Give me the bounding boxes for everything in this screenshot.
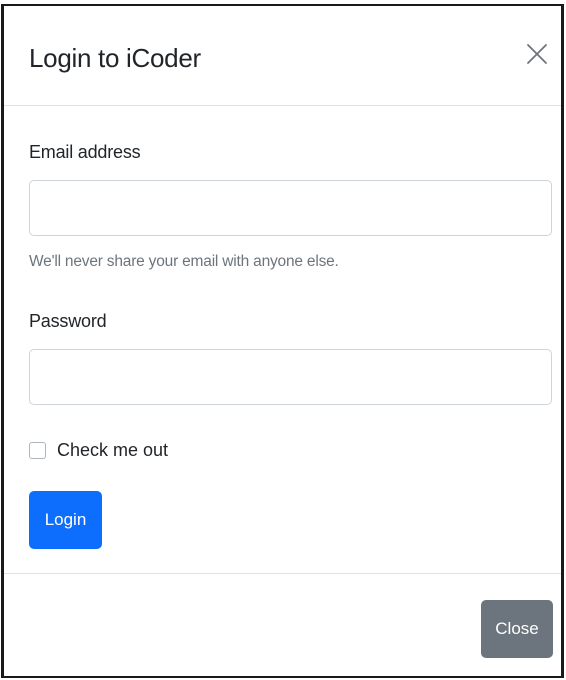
modal-title: Login to iCoder: [29, 43, 201, 73]
email-label: Email address: [29, 142, 141, 162]
modal-footer: Close: [4, 573, 561, 676]
modal-header: Login to iCoder: [4, 6, 561, 106]
close-button[interactable]: Close: [481, 600, 553, 658]
close-x-icon[interactable]: [523, 40, 551, 68]
password-input[interactable]: [29, 349, 552, 405]
check-me-out-label[interactable]: Check me out: [57, 440, 168, 461]
email-input[interactable]: [29, 180, 552, 236]
password-label: Password: [29, 311, 107, 331]
login-button[interactable]: Login: [29, 491, 102, 549]
login-modal: Login to iCoder Email address We'll neve…: [1, 4, 564, 678]
check-me-out-row[interactable]: Check me out: [29, 438, 168, 462]
email-help-text: We'll never share your email with anyone…: [29, 253, 339, 270]
check-me-out-checkbox[interactable]: [29, 441, 46, 459]
